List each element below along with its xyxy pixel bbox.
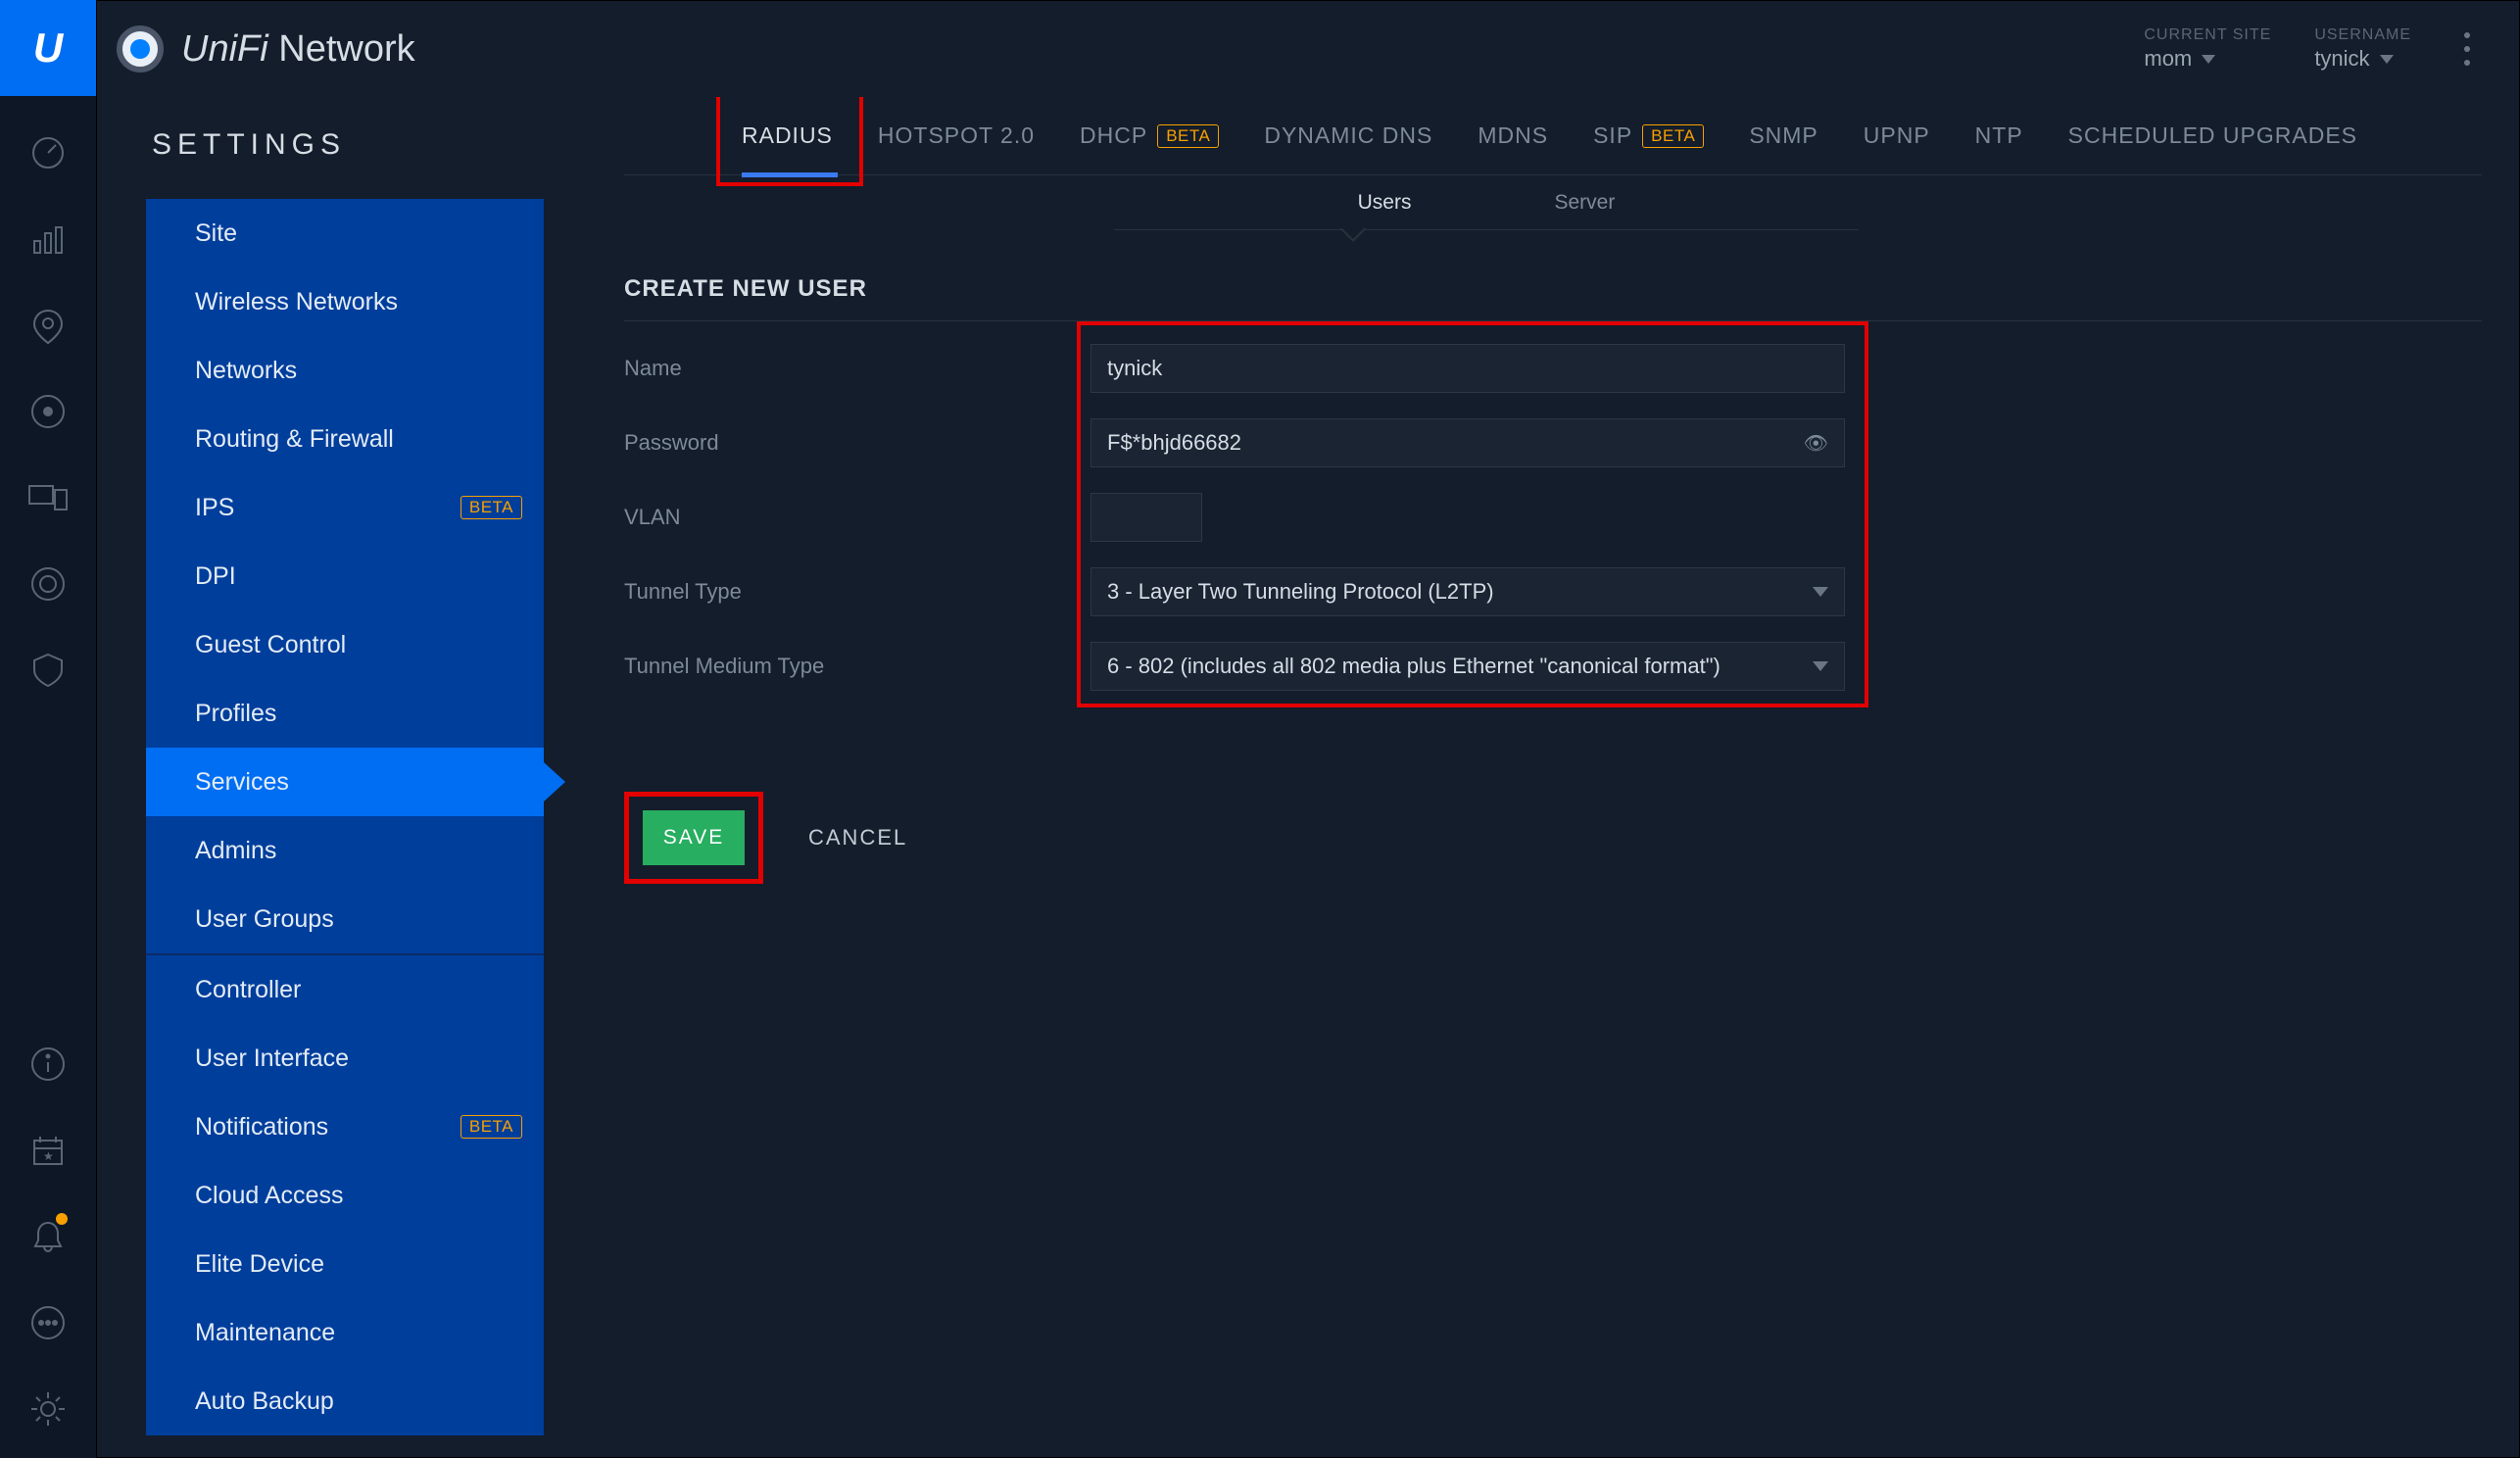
password-input[interactable]: 👁 [1090,418,1845,467]
subtab-pointer-icon [1339,228,1367,242]
brand-text: UniFi Network [181,28,415,71]
name-input[interactable] [1090,344,1845,393]
security-icon[interactable] [19,641,77,700]
annotation-box: SAVE [624,792,763,884]
nav-routing-firewall[interactable]: Routing & Firewall [146,405,544,473]
nav-site[interactable]: Site [146,199,544,267]
nav-auto-backup[interactable]: Auto Backup [146,1367,544,1435]
beta-badge: BETA [1642,124,1704,148]
active-tab-underline [742,172,838,177]
brand-logo[interactable]: U [0,0,96,96]
svg-text:★: ★ [43,1149,54,1163]
service-tabs: RADIUS HOTSPOT 2.0 DHCPBETA DYNAMIC DNS … [624,97,2482,175]
vlan-label: VLAN [624,505,1090,530]
chat-icon[interactable] [19,1293,77,1352]
nav-controller[interactable]: Controller [146,955,544,1024]
beta-badge: BETA [460,496,522,519]
nav-user-groups[interactable]: User Groups [146,885,544,953]
tab-scheduled-upgrades[interactable]: SCHEDULED UPGRADES [2068,122,2357,149]
section-title: CREATE NEW USER [624,275,2482,321]
brand-circle-icon[interactable] [117,25,164,73]
brand-logo-text: U [33,24,63,72]
gear-icon[interactable] [19,1380,77,1438]
tab-dhcp[interactable]: DHCPBETA [1080,122,1219,149]
tunnel-type-label: Tunnel Type [624,579,1090,605]
eye-icon[interactable]: 👁 [1804,431,1828,456]
beta-badge: BETA [460,1115,522,1139]
map-icon[interactable] [19,296,77,355]
nav-dpi[interactable]: DPI [146,542,544,610]
tab-radius[interactable]: RADIUS [742,122,833,149]
password-label: Password [624,430,1090,456]
nav-wireless-networks[interactable]: Wireless Networks [146,267,544,336]
chevron-down-icon [1813,661,1828,671]
devices-icon[interactable] [19,382,77,441]
nav-notifications[interactable]: NotificationsBETA [146,1093,544,1161]
cancel-button[interactable]: CANCEL [808,825,907,850]
stats-icon[interactable] [19,210,77,268]
radius-subtabs: Users Server [1114,175,1859,230]
tunnel-type-select[interactable]: 3 - Layer Two Tunneling Protocol (L2TP) [1090,567,1845,616]
bell-icon[interactable] [19,1207,77,1266]
subtab-users[interactable]: Users [1358,191,1412,215]
content-area: RADIUS HOTSPOT 2.0 DHCPBETA DYNAMIC DNS … [624,97,2519,1457]
name-label: Name [624,356,1090,381]
tab-dynamic-dns[interactable]: DYNAMIC DNS [1264,122,1432,149]
tab-sip[interactable]: SIPBETA [1593,122,1704,149]
nav-elite-device[interactable]: Elite Device [146,1230,544,1298]
chevron-down-icon [1813,587,1828,597]
nav-services[interactable]: Services [146,748,544,816]
chevron-down-icon [2380,55,2394,64]
settings-sidebar: SETTINGS Site Wireless Networks Networks… [97,97,624,1457]
settings-heading: SETTINGS [146,128,624,162]
nav-admins[interactable]: Admins [146,816,544,885]
tunnel-medium-label: Tunnel Medium Type [624,654,1090,679]
nav-maintenance[interactable]: Maintenance [146,1298,544,1367]
info-icon[interactable] [19,1035,77,1094]
clients-icon[interactable] [19,468,77,527]
icon-rail: U ★ [0,0,96,1458]
username-dropdown[interactable]: USERNAME tynick [2314,26,2411,72]
tunnel-medium-select[interactable]: 6 - 802 (includes all 802 media plus Eth… [1090,642,1845,691]
nav-profiles[interactable]: Profiles [146,679,544,748]
calendar-icon[interactable]: ★ [19,1121,77,1180]
insights-icon[interactable] [19,555,77,613]
dashboard-icon[interactable] [19,123,77,182]
vlan-input[interactable] [1090,493,1202,542]
nav-networks[interactable]: Networks [146,336,544,405]
tab-hotspot[interactable]: HOTSPOT 2.0 [878,122,1035,149]
nav-user-interface[interactable]: User Interface [146,1024,544,1093]
nav-guest-control[interactable]: Guest Control [146,610,544,679]
beta-badge: BETA [1157,124,1219,148]
kebab-menu-icon[interactable] [2454,32,2480,66]
tab-upnp[interactable]: UPNP [1864,122,1930,149]
current-site-dropdown[interactable]: CURRENT SITE mom [2144,26,2271,72]
tab-snmp[interactable]: SNMP [1749,122,1817,149]
nav-cloud-access[interactable]: Cloud Access [146,1161,544,1230]
save-button[interactable]: SAVE [643,810,745,865]
chevron-down-icon [2202,55,2215,64]
tab-mdns[interactable]: MDNS [1478,122,1548,149]
topbar: UniFi Network CURRENT SITE mom USERNAME … [97,1,2519,97]
tab-ntp[interactable]: NTP [1975,122,2023,149]
subtab-server[interactable]: Server [1554,191,1615,215]
nav-ips[interactable]: IPSBETA [146,473,544,542]
